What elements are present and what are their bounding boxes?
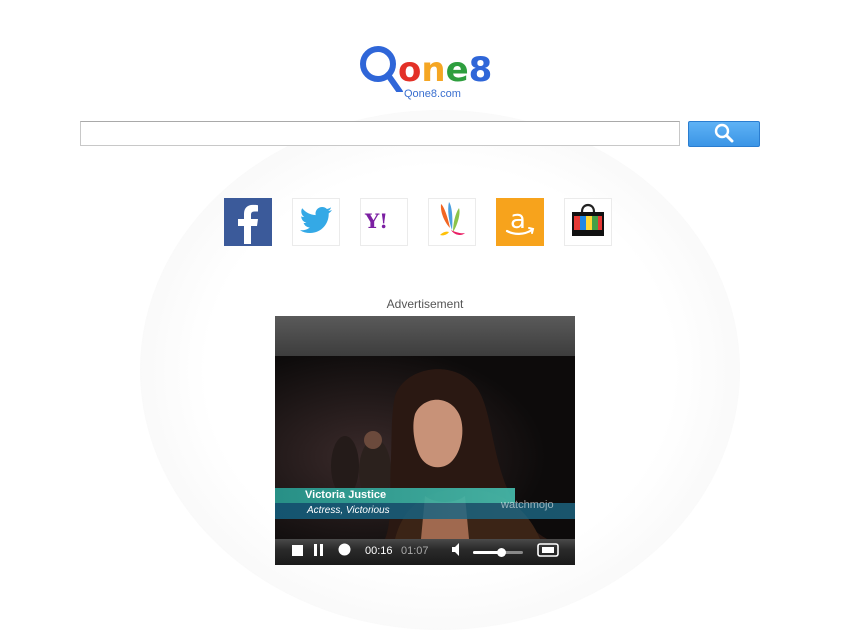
stop-button[interactable]: [291, 539, 303, 565]
qone8-logo[interactable]: one8 Qone8.com: [358, 42, 498, 102]
svg-text:Y!: Y!: [364, 209, 388, 232]
video-ad-player[interactable]: Victoria Justice Actress, Victorious wat…: [275, 316, 575, 565]
shopping-bag-icon: [570, 202, 606, 243]
facebook-icon: [224, 196, 272, 249]
games-link[interactable]: [428, 198, 476, 246]
search-input[interactable]: [80, 121, 680, 146]
total-time: 01:07: [401, 545, 429, 557]
svg-text:a: a: [510, 205, 526, 235]
stop-icon: [291, 543, 303, 561]
shopping-link[interactable]: [564, 198, 612, 246]
logo-letter: n: [421, 50, 445, 90]
magnifier-icon: [714, 123, 734, 146]
video-controls: 00:16 01:07: [275, 539, 575, 565]
current-time: 00:16: [365, 545, 393, 557]
volume-handle[interactable]: [496, 548, 506, 557]
search-button[interactable]: [688, 121, 760, 147]
logo-letter: e: [446, 50, 469, 90]
advertisement-label: Advertisement: [386, 297, 464, 311]
pause-button[interactable]: [313, 539, 325, 565]
logo-subtitle: Qone8.com: [404, 88, 461, 100]
twitter-link[interactable]: [292, 198, 340, 246]
yahoo-link[interactable]: Y!: [360, 198, 408, 246]
colorful-leaf-icon: [435, 200, 469, 245]
yahoo-icon: Y!: [363, 208, 405, 237]
logo-letter: 8: [469, 50, 493, 90]
fullscreen-button[interactable]: [536, 539, 560, 565]
record-dot-icon: [338, 543, 351, 561]
pause-icon: [314, 543, 324, 561]
svg-text:one8: one8: [398, 50, 492, 90]
amazon-icon: a: [500, 200, 540, 245]
twitter-bird-icon: [299, 206, 333, 239]
logo-letter: o: [398, 50, 421, 90]
amazon-link[interactable]: a: [496, 198, 544, 246]
caption-name: Victoria Justice: [275, 488, 515, 503]
mute-button[interactable]: [451, 539, 465, 565]
facebook-link[interactable]: [224, 198, 272, 246]
speaker-icon: [451, 543, 465, 561]
video-letterbox-bar: [275, 316, 575, 356]
logo-wordmark: one8: [360, 46, 492, 92]
video-watermark: watchmojo: [501, 499, 554, 511]
record-button[interactable]: [337, 539, 351, 565]
volume-slider[interactable]: [473, 548, 523, 557]
fullscreen-icon: [537, 542, 559, 562]
